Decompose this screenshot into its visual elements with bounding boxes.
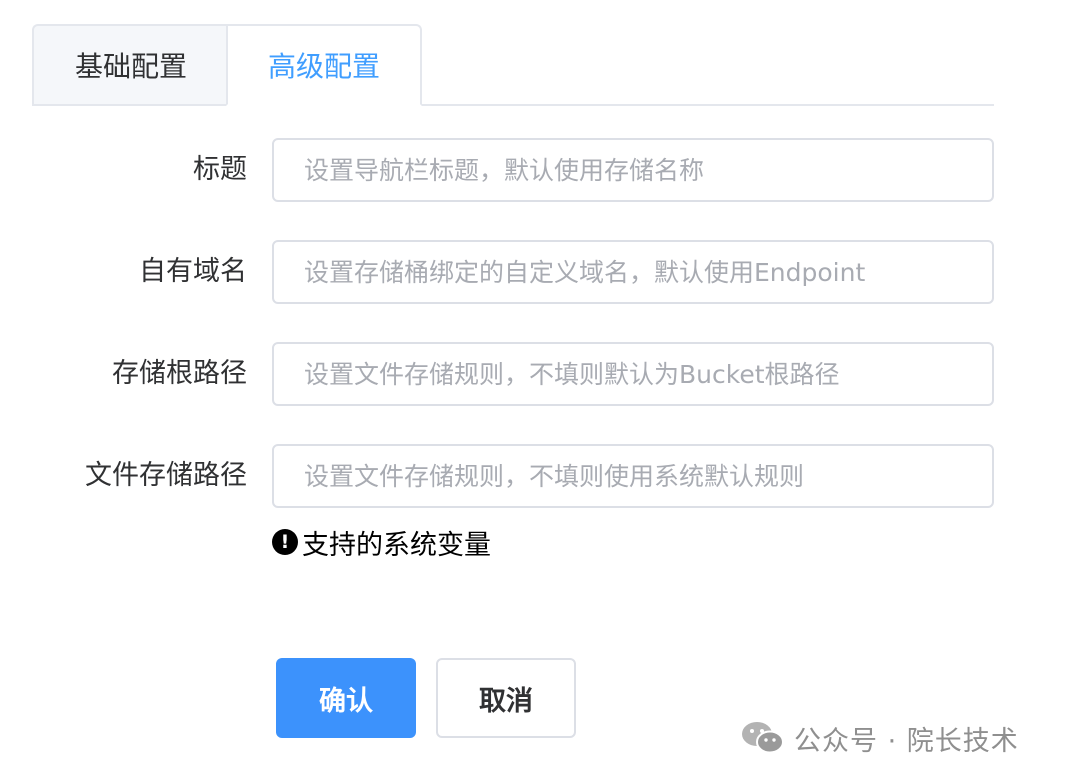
tab-advanced-config[interactable]: 高级配置 [226,24,422,106]
watermark-text: 公众号 · 院长技术 [794,725,1019,757]
file-path-label: 文件存储路径 [85,460,247,491]
system-variables-hint[interactable]: ! 支持的系统变量 [272,522,491,562]
exclamation-icon: ! [272,529,298,555]
root-path-label: 存储根路径 [112,358,247,389]
cancel-button[interactable]: 取消 [436,658,576,738]
root-path-input[interactable] [272,342,994,406]
config-tabs: 基础配置 高级配置 [32,24,994,106]
wechat-icon [742,722,784,754]
form-row-title: 标题 [0,138,1066,202]
form-row-domain: 自有域名 [0,240,1066,304]
domain-input[interactable] [272,240,994,304]
domain-label: 自有域名 [139,256,247,287]
watermark: 公众号 · 院长技术 [740,716,1019,760]
title-input[interactable] [272,138,994,202]
hint-text: 支持的系统变量 [302,529,491,561]
confirm-button[interactable]: 确认 [276,658,416,738]
form-row-file-path: 文件存储路径 [0,444,1066,508]
file-path-input[interactable] [272,444,994,508]
title-label: 标题 [193,154,247,185]
tab-basic-config[interactable]: 基础配置 [32,24,228,106]
form-row-root-path: 存储根路径 [0,342,1066,406]
